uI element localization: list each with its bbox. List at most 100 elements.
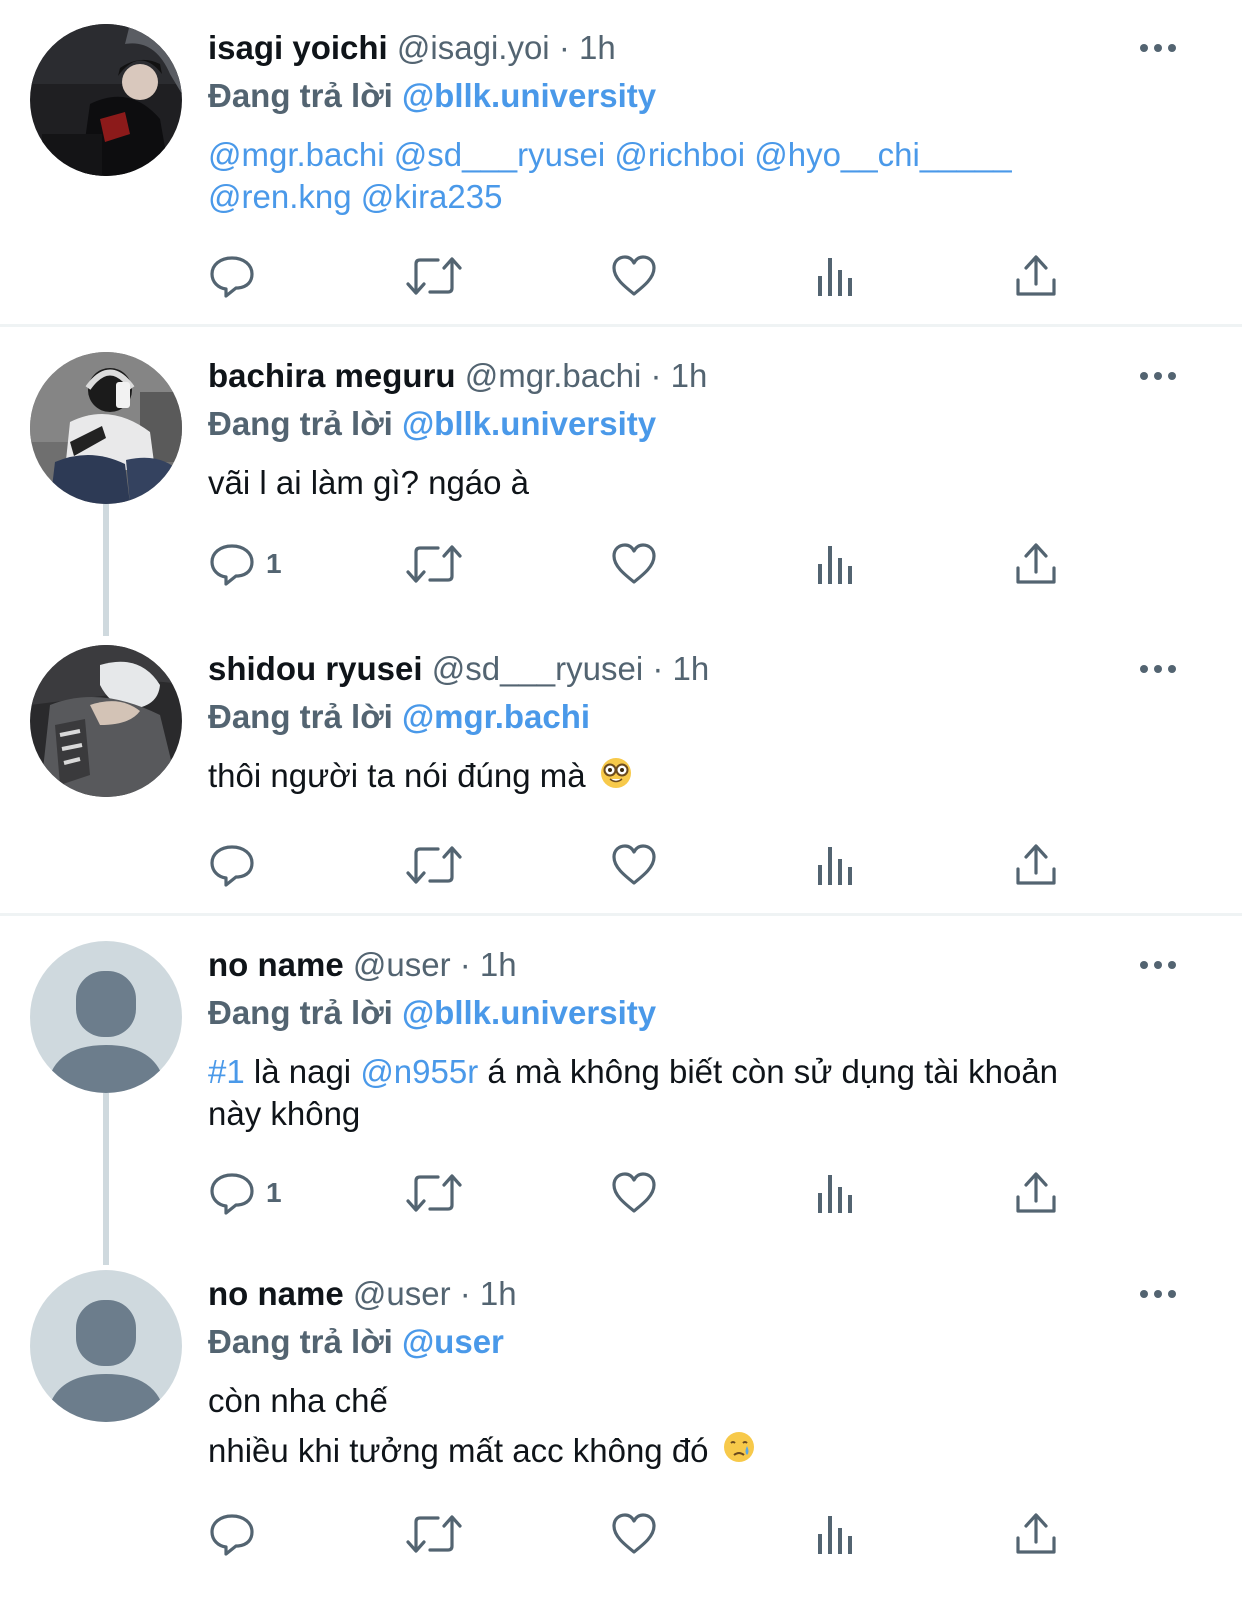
timestamp[interactable]: · 1h	[460, 1275, 517, 1312]
tweet-text-content: còn nha chế	[208, 1382, 388, 1419]
like-icon	[612, 543, 656, 584]
mention-link[interactable]: @n955r	[360, 1053, 478, 1090]
share-button[interactable]	[1014, 536, 1058, 592]
more-icon[interactable]	[1134, 24, 1182, 72]
display-name[interactable]: bachira meguru	[208, 357, 456, 394]
more-icon[interactable]	[1134, 941, 1182, 989]
reply-icon	[210, 1173, 254, 1215]
retweet-button[interactable]	[406, 1506, 462, 1562]
crying-face-emoji	[722, 1428, 756, 1478]
more-icon[interactable]	[1134, 645, 1182, 693]
views-button[interactable]	[816, 1506, 856, 1562]
tweet-header: no name @user · 1h	[208, 1270, 517, 1318]
like-button[interactable]	[610, 1165, 658, 1221]
timestamp[interactable]: · 1h	[460, 946, 517, 983]
replying-to-handle[interactable]: @bllk.university	[402, 77, 656, 114]
avatar[interactable]	[30, 941, 182, 1093]
tweet-text: vãi l ai làm gì? ngáo à	[208, 462, 1188, 504]
display-name[interactable]: shidou ryusei	[208, 650, 423, 687]
share-button[interactable]	[1014, 837, 1058, 893]
replying-to-handle[interactable]: @bllk.university	[402, 994, 656, 1031]
timestamp[interactable]: · 1h	[651, 357, 708, 394]
views-icon	[818, 1175, 852, 1213]
tweet[interactable]: isagi yoichi @isagi.yoi · 1h Đang trả lờ…	[0, 24, 1242, 324]
replying-to: Đang trả lời @mgr.bachi	[208, 693, 590, 741]
timestamp[interactable]: · 1h	[652, 650, 709, 687]
tweet[interactable]: no name @user · 1h Đang trả lời @user cò…	[0, 1270, 1242, 1605]
mention-list[interactable]: @ren.kng @kira235	[208, 176, 1188, 218]
reply-button[interactable]	[208, 837, 266, 893]
hashtag-link[interactable]: #1	[208, 1053, 245, 1090]
replying-to-label: Đang trả lời	[208, 698, 393, 735]
retweet-button[interactable]	[406, 1165, 462, 1221]
replying-to-handle[interactable]: @bllk.university	[402, 405, 656, 442]
replying-to-handle[interactable]: @mgr.bachi	[402, 698, 590, 735]
tweet[interactable]: shidou ryusei @sd___ryusei · 1h Đang trả…	[0, 645, 1242, 915]
nerd-face-emoji	[599, 756, 633, 800]
tweet-text-content: nhiều khi tưởng mất acc không đó	[208, 1432, 709, 1469]
share-button[interactable]	[1014, 248, 1058, 304]
like-icon	[612, 1172, 656, 1213]
like-button[interactable]	[610, 536, 658, 592]
retweet-button[interactable]	[406, 536, 462, 592]
avatar[interactable]	[30, 352, 182, 504]
display-name[interactable]: isagi yoichi	[208, 29, 388, 66]
like-icon	[612, 255, 656, 296]
action-bar	[0, 248, 1242, 304]
user-handle[interactable]: @mgr.bachi	[465, 357, 642, 394]
share-button[interactable]	[1014, 1165, 1058, 1221]
replying-to-label: Đang trả lời	[208, 77, 393, 114]
like-button[interactable]	[610, 248, 658, 304]
replying-to-label: Đang trả lời	[208, 1323, 393, 1360]
more-icon[interactable]	[1134, 352, 1182, 400]
reply-count: 1	[266, 548, 282, 579]
display-name[interactable]: no name	[208, 1275, 344, 1312]
tweet-header: isagi yoichi @isagi.yoi · 1h	[208, 24, 616, 72]
share-icon	[1016, 1513, 1056, 1554]
views-button[interactable]	[816, 536, 856, 592]
tweet[interactable]: no name @user · 1h Đang trả lời @bllk.un…	[0, 941, 1242, 1265]
reply-button[interactable]	[208, 1506, 266, 1562]
avatar[interactable]	[30, 1270, 182, 1422]
user-handle[interactable]: @sd___ryusei	[432, 650, 643, 687]
like-icon	[612, 844, 656, 885]
like-button[interactable]	[610, 837, 658, 893]
avatar[interactable]	[30, 645, 182, 797]
user-handle[interactable]: @user	[353, 946, 451, 983]
tweet-text: thôi người ta nói đúng mà	[208, 755, 1188, 800]
tweet[interactable]: bachira meguru @mgr.bachi · 1h Đang trả …	[0, 352, 1242, 636]
reply-icon	[210, 1514, 254, 1556]
user-handle[interactable]: @user	[353, 1275, 451, 1312]
views-button[interactable]	[816, 837, 856, 893]
views-button[interactable]	[816, 248, 856, 304]
timestamp[interactable]: · 1h	[559, 29, 616, 66]
views-button[interactable]	[816, 1165, 856, 1221]
reply-button[interactable]: 1	[208, 536, 282, 592]
tweet-text-content: vãi l ai làm gì? ngáo à	[208, 464, 530, 501]
tweet-text-content: á mà không biết còn sử dụng tài khoản	[478, 1053, 1059, 1090]
retweet-icon	[406, 1515, 462, 1553]
share-icon	[1016, 844, 1056, 885]
mention-list[interactable]: @mgr.bachi @sd___ryusei @richboi @hyo__c…	[208, 134, 1188, 176]
reply-count: 1	[266, 1177, 282, 1208]
like-icon	[612, 1513, 656, 1554]
reply-button[interactable]: 1	[208, 1165, 282, 1221]
reply-icon	[210, 544, 254, 586]
share-button[interactable]	[1014, 1506, 1058, 1562]
replying-to-label: Đang trả lời	[208, 994, 393, 1031]
divider	[0, 324, 1242, 327]
action-bar: 1	[0, 536, 1242, 592]
tweet-header: no name @user · 1h	[208, 941, 517, 989]
like-button[interactable]	[610, 1506, 658, 1562]
reply-button[interactable]	[208, 248, 266, 304]
tweet-text: @mgr.bachi @sd___ryusei @richboi @hyo__c…	[208, 134, 1188, 218]
more-icon[interactable]	[1134, 1270, 1182, 1318]
avatar[interactable]	[30, 24, 182, 176]
reply-icon	[210, 256, 254, 298]
user-handle[interactable]: @isagi.yoi	[397, 29, 550, 66]
reply-feed: isagi yoichi @isagi.yoi · 1h Đang trả lờ…	[0, 0, 1242, 1605]
retweet-button[interactable]	[406, 248, 462, 304]
display-name[interactable]: no name	[208, 946, 344, 983]
retweet-button[interactable]	[406, 837, 462, 893]
replying-to-handle[interactable]: @user	[402, 1323, 504, 1360]
